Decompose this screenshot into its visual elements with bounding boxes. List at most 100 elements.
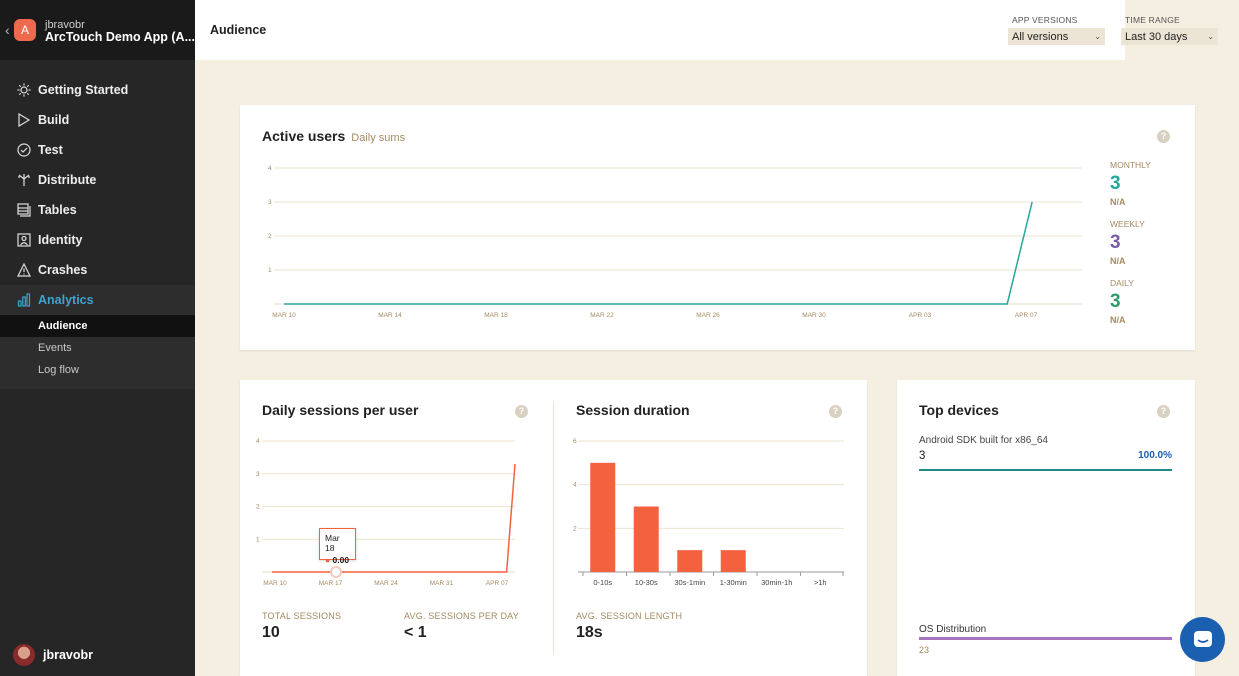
nav-label: Distribute	[38, 173, 97, 187]
x-tick-label: MAR 30	[802, 312, 826, 319]
app-header[interactable]: ‹ A jbravobr ArcTouch Demo App (A...	[0, 0, 195, 60]
y-tick-label: 2	[256, 504, 260, 511]
nav-item-identity[interactable]: Identity	[0, 225, 195, 255]
os-distribution-value: 23	[919, 645, 930, 655]
os-distribution-bar	[919, 637, 1172, 640]
x-tick-label: MAR 17	[319, 580, 343, 587]
tooltip-date: Mar 18	[325, 533, 340, 553]
x-tick-label: 0-10s	[593, 578, 612, 587]
total-sessions-value: 10	[262, 624, 280, 641]
warning-icon	[15, 261, 33, 279]
x-tick-label: APR 07	[1015, 312, 1038, 319]
username: jbravobr	[43, 648, 94, 662]
help-icon[interactable]: ?	[1157, 405, 1170, 418]
identity-icon	[15, 231, 33, 249]
nav-label: Test	[38, 143, 63, 157]
nav-item-test[interactable]: Test	[0, 135, 195, 165]
page-title: Audience	[210, 23, 267, 37]
legend-weekly-label: WEEKLY	[1110, 219, 1145, 229]
dot-icon: ●	[325, 555, 333, 565]
y-tick-label: 3	[268, 199, 272, 206]
nav-item-getting-started[interactable]: Getting Started	[0, 75, 195, 105]
x-tick-label: 10-30s	[635, 578, 658, 587]
bar	[590, 462, 616, 572]
x-tick-label: MAR 10	[272, 312, 296, 319]
nav-label: Analytics	[38, 293, 94, 307]
bar-chart-icon	[15, 291, 33, 309]
help-icon[interactable]: ?	[1157, 130, 1170, 143]
os-distribution-label: OS Distribution	[919, 624, 987, 635]
bar	[677, 550, 703, 572]
nav-item-crashes[interactable]: Crashes	[0, 255, 195, 285]
nav-item-tables[interactable]: Tables	[0, 195, 195, 225]
y-tick-label: 1	[268, 267, 272, 274]
y-tick-label: 6	[573, 438, 577, 445]
x-tick-label: APR 07	[486, 580, 509, 587]
app-versions-value: All versions	[1012, 30, 1069, 43]
nav-item-build[interactable]: Build	[0, 105, 195, 135]
x-tick-label: 30s-1min	[674, 578, 705, 587]
divider	[553, 402, 554, 654]
x-tick-label: 30min-1h	[761, 578, 792, 587]
top-devices-title: Top devices	[919, 402, 999, 418]
chat-button[interactable]	[1180, 617, 1225, 662]
y-tick-label: 4	[256, 438, 260, 445]
legend-weekly-value: 3	[1110, 232, 1121, 253]
chat-icon	[1193, 630, 1212, 647]
subnav-item-events[interactable]: Events	[0, 337, 195, 359]
y-tick-label: 2	[573, 525, 577, 532]
x-tick-label: MAR 26	[696, 312, 720, 319]
hover-marker	[330, 566, 342, 578]
x-tick-label: >1h	[814, 578, 827, 587]
check-circle-icon	[15, 141, 33, 159]
legend-monthly-sub: N/A	[1110, 197, 1126, 207]
analytics-subnav: Audience Events Log flow	[0, 315, 195, 389]
legend-weekly-sub: N/A	[1110, 256, 1126, 266]
y-tick-label: 2	[268, 233, 272, 240]
sun-icon	[15, 81, 33, 99]
sessions-card: Daily sessions per user ? 1 2 3 4 MAR 10 MAR …	[240, 380, 867, 676]
chart-tooltip: Mar 18 ● 0.00	[319, 528, 356, 565]
avg-sessions-label: AVG. SESSIONS PER DAY	[404, 611, 519, 621]
avg-session-length-value: 18s	[576, 624, 603, 641]
user-profile[interactable]: jbravobr	[13, 644, 93, 666]
session-duration-chart: 2 4 6 0-10s 10-30s 30s-1min 1-30min 30min-1h >1h	[573, 438, 844, 587]
chevron-down-icon: ⌄	[1207, 32, 1214, 41]
total-sessions-label: TOTAL SESSIONS	[262, 611, 342, 621]
sidebar: ‹ A jbravobr ArcTouch Demo App (A... Get…	[0, 0, 195, 676]
nav-label: Tables	[38, 203, 77, 217]
app-name: ArcTouch Demo App (A...	[45, 30, 195, 44]
nav-label: Crashes	[38, 263, 88, 277]
page-header: Audience	[195, 0, 1125, 60]
device-count: 3	[919, 450, 926, 462]
x-tick-label: MAR 10	[263, 580, 287, 587]
bar	[633, 506, 659, 572]
legend-daily-value: 3	[1110, 291, 1121, 312]
nav-item-analytics[interactable]: Analytics	[0, 285, 195, 315]
subnav-item-log-flow[interactable]: Log flow	[0, 359, 195, 381]
app-versions-select[interactable]: All versions ⌄	[1008, 28, 1105, 45]
nav-label: Getting Started	[38, 83, 129, 97]
legend-monthly-label: MONTHLY	[1110, 160, 1151, 170]
x-tick-label: MAR 22	[590, 312, 614, 319]
x-tick-label: MAR 31	[430, 580, 454, 587]
series-line	[272, 463, 516, 573]
chevron-down-icon: ⌄	[1094, 32, 1101, 41]
series-line	[284, 201, 1033, 305]
time-range-select[interactable]: Last 30 days ⌄	[1121, 28, 1218, 45]
bar	[720, 550, 746, 572]
play-icon	[15, 111, 33, 129]
daily-sessions-chart: 1 2 3 4 MAR 10 MAR 17 MAR 24 MAR 31 APR 07	[256, 438, 516, 587]
time-range-value: Last 30 days	[1125, 30, 1188, 43]
y-tick-label: 4	[573, 482, 577, 489]
app-versions-label: APP VERSIONS	[1012, 15, 1078, 25]
back-chevron-icon[interactable]: ‹	[5, 22, 10, 38]
avg-session-length-label: AVG. SESSION LENGTH	[576, 611, 683, 621]
nav-item-distribute[interactable]: Distribute	[0, 165, 195, 195]
tables-icon	[15, 201, 33, 219]
subnav-item-audience[interactable]: Audience	[0, 315, 195, 337]
device-percent: 100.0%	[1138, 450, 1172, 461]
nav-menu: Getting Started Build Test Distribute Ta…	[0, 75, 195, 389]
x-tick-label: MAR 18	[484, 312, 508, 319]
active-users-chart: 1 2 3 4 MAR 10 MAR 14 MAR 18 MAR 22 MAR 26 MAR 30…	[268, 165, 1082, 319]
